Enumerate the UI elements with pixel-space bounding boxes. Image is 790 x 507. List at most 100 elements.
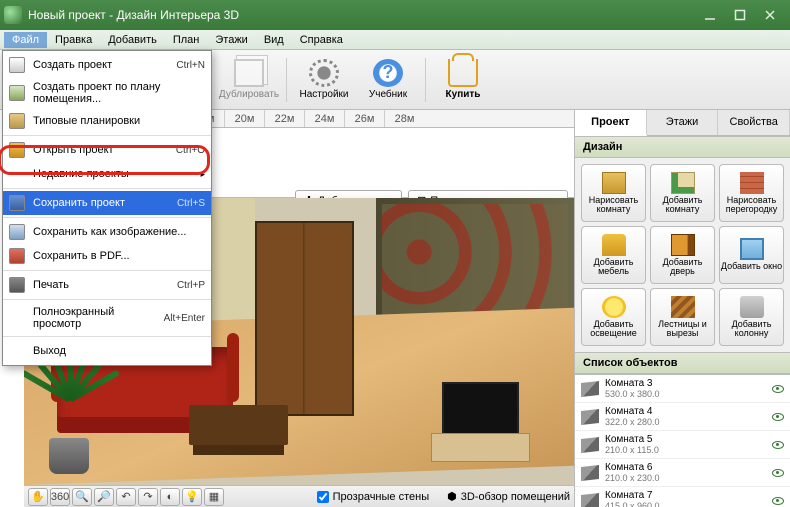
grid-icon[interactable]: ▦ bbox=[204, 488, 224, 506]
cube-icon bbox=[581, 381, 599, 397]
menu-shortcut: Ctrl+O bbox=[176, 145, 205, 156]
menu-shortcut: Ctrl+N bbox=[176, 60, 205, 71]
menu-floors[interactable]: Этажи bbox=[207, 32, 255, 48]
menu-view[interactable]: Вид bbox=[256, 32, 292, 48]
menu-item-print[interactable]: Печать Ctrl+P bbox=[3, 273, 211, 297]
rotate-tool-icon[interactable]: 360 bbox=[50, 488, 70, 506]
menu-shortcut: Ctrl+P bbox=[177, 280, 205, 291]
tool-draw-partition[interactable]: Нарисовать перегородку bbox=[719, 164, 784, 222]
objects-header: Список объектов bbox=[575, 352, 790, 374]
menu-plan[interactable]: План bbox=[165, 32, 208, 48]
cube-icon bbox=[581, 409, 599, 425]
plan-icon bbox=[9, 85, 25, 101]
menu-item-item[interactable]: Недавние проекты▸ bbox=[3, 162, 211, 186]
coffee-table-object[interactable] bbox=[189, 405, 288, 445]
minimize-button[interactable] bbox=[704, 9, 716, 21]
bulb-icon[interactable]: 💡 bbox=[182, 488, 202, 506]
templates-icon bbox=[9, 113, 25, 129]
cube-icon bbox=[581, 465, 599, 481]
menu-item-label: Открыть проект bbox=[33, 144, 168, 156]
visibility-icon[interactable] bbox=[772, 469, 784, 477]
tool-add-light[interactable]: Добавить освещение bbox=[581, 288, 646, 346]
tab-properties[interactable]: Свойства bbox=[718, 110, 790, 135]
right-panel: Проект Этажи Свойства Дизайн Нарисовать … bbox=[575, 110, 790, 507]
tv-stand-object[interactable] bbox=[431, 433, 530, 462]
cube-icon bbox=[581, 437, 599, 453]
open-icon bbox=[9, 142, 25, 158]
rotate-left-icon[interactable]: ↶ bbox=[116, 488, 136, 506]
tab-project[interactable]: Проект bbox=[575, 110, 647, 136]
menu-item-item[interactable]: Выход bbox=[3, 339, 211, 363]
menu-item-pdf[interactable]: Сохранить в PDF... bbox=[3, 244, 211, 268]
tv-object[interactable] bbox=[442, 382, 519, 439]
object-list[interactable]: Комната 3530.0 x 380.0 Комната 4322.0 x … bbox=[575, 374, 790, 507]
menu-item-label: Недавние проекты bbox=[33, 168, 192, 180]
menu-help[interactable]: Справка bbox=[292, 32, 351, 48]
tool-add-door[interactable]: Добавить дверь bbox=[650, 226, 715, 284]
overview-3d-button[interactable]: ⬢3D-обзор помещений bbox=[447, 490, 570, 503]
wardrobe-object[interactable] bbox=[255, 221, 354, 416]
new-icon bbox=[9, 57, 25, 73]
list-item[interactable]: Комната 6210.0 x 230.0 bbox=[575, 459, 790, 487]
menu-item-label: Полноэкранный просмотр bbox=[33, 306, 156, 330]
visibility-icon[interactable] bbox=[772, 441, 784, 449]
menu-item-label: Сохранить в PDF... bbox=[33, 250, 205, 262]
menu-item-label: Печать bbox=[33, 279, 169, 291]
window-title: Новый проект - Дизайн Интерьера 3D bbox=[28, 8, 704, 22]
menu-file[interactable]: Файл bbox=[4, 32, 47, 48]
tool-draw-room[interactable]: Нарисовать комнату bbox=[581, 164, 646, 222]
blank-icon bbox=[9, 343, 25, 359]
buy-button[interactable]: Купить bbox=[432, 53, 494, 107]
menu-item-label: Создать проект по плану помещения... bbox=[33, 81, 205, 105]
menu-edit[interactable]: Правка bbox=[47, 32, 100, 48]
list-item[interactable]: Комната 5210.0 x 115.0 bbox=[575, 431, 790, 459]
maximize-button[interactable] bbox=[734, 9, 746, 21]
list-item[interactable]: Комната 3530.0 x 380.0 bbox=[575, 375, 790, 403]
visibility-icon[interactable] bbox=[772, 385, 784, 393]
tilt-icon[interactable]: ◐ bbox=[160, 488, 180, 506]
tool-add-window[interactable]: Добавить окно bbox=[719, 226, 784, 284]
menubar: Файл Правка Добавить План Этажи Вид Спра… bbox=[0, 30, 790, 50]
pdf-icon bbox=[9, 248, 25, 264]
canvas-toolbar: ✋ 360 🔍 🔎 ↶ ↷ ◐ 💡 ▦ Прозрачные стены ⬢3D… bbox=[24, 485, 574, 507]
blank-icon bbox=[9, 310, 25, 326]
list-item[interactable]: Комната 7415.0 x 960.0 bbox=[575, 487, 790, 507]
tool-add-room[interactable]: Добавить комнату bbox=[650, 164, 715, 222]
save-icon bbox=[9, 195, 25, 211]
tool-add-furniture[interactable]: Добавить мебель bbox=[581, 226, 646, 284]
tutorial-button[interactable]: ?Учебник bbox=[357, 53, 419, 107]
menu-item-save[interactable]: Сохранить проект Ctrl+S bbox=[3, 191, 211, 215]
pan-tool-icon[interactable]: ✋ bbox=[28, 488, 48, 506]
print-icon bbox=[9, 277, 25, 293]
menu-item-image[interactable]: Сохранить как изображение... bbox=[3, 220, 211, 244]
menu-item-plan[interactable]: Создать проект по плану помещения... bbox=[3, 77, 211, 109]
image-icon bbox=[9, 224, 25, 240]
zoom-out-icon[interactable]: 🔎 bbox=[94, 488, 114, 506]
visibility-icon[interactable] bbox=[772, 413, 784, 421]
menu-item-templates[interactable]: Типовые планировки bbox=[3, 109, 211, 133]
menu-item-open[interactable]: Открыть проект Ctrl+O bbox=[3, 138, 211, 162]
settings-button[interactable]: Настройки bbox=[293, 53, 355, 107]
menu-shortcut: Ctrl+S bbox=[177, 198, 205, 209]
menu-item-label: Сохранить проект bbox=[33, 197, 169, 209]
menu-item-item[interactable]: Полноэкранный просмотр Alt+Enter bbox=[3, 302, 211, 334]
visibility-icon[interactable] bbox=[772, 497, 784, 505]
menu-item-new[interactable]: Создать проектCtrl+N bbox=[3, 53, 211, 77]
duplicate-button[interactable]: Дублировать bbox=[218, 53, 280, 107]
menu-shortcut: Alt+Enter bbox=[164, 313, 205, 324]
zoom-in-icon[interactable]: 🔍 bbox=[72, 488, 92, 506]
rotate-right-icon[interactable]: ↷ bbox=[138, 488, 158, 506]
design-header: Дизайн bbox=[575, 136, 790, 158]
tool-stairs[interactable]: Лестницы и вырезы bbox=[650, 288, 715, 346]
menu-add[interactable]: Добавить bbox=[100, 32, 165, 48]
menu-item-label: Типовые планировки bbox=[33, 115, 205, 127]
tool-add-column[interactable]: Добавить колонну bbox=[719, 288, 784, 346]
blank-icon bbox=[9, 166, 25, 182]
list-item[interactable]: Комната 4322.0 x 280.0 bbox=[575, 403, 790, 431]
cube-icon bbox=[581, 493, 599, 507]
tab-floors[interactable]: Этажи bbox=[647, 110, 719, 135]
transparent-walls-checkbox[interactable]: Прозрачные стены bbox=[317, 491, 429, 503]
app-logo-icon bbox=[4, 6, 22, 24]
titlebar: Новый проект - Дизайн Интерьера 3D bbox=[0, 0, 790, 30]
close-button[interactable] bbox=[764, 9, 776, 21]
